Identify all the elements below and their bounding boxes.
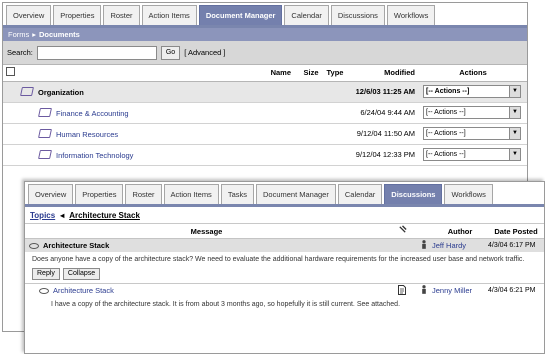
breadcrumb: Forms ▸ Documents [3, 28, 527, 41]
actions-dropdown-value: [-- Actions --] [426, 151, 466, 158]
table-row[interactable]: Human Resources 9/12/04 11:50 AM [-- Act… [3, 123, 527, 145]
actions-dropdown[interactable]: [-- Actions --] ▼ [423, 106, 521, 119]
collapse-button[interactable]: Collapse [62, 268, 101, 280]
documents-table: Name Size Type Modified Actions Organiza… [3, 65, 527, 166]
column-size[interactable]: Size [299, 65, 323, 82]
breadcrumb-separator: ◂ [60, 210, 65, 220]
breadcrumb: Topics ◂ Architecture Stack [25, 207, 544, 224]
discussions-window: Overview Properties Roster Action Items … [24, 181, 545, 354]
tab-workflows[interactable]: Workflows [386, 5, 436, 25]
actions-dropdown-value: [-- Actions --] [426, 130, 466, 137]
tab-bar: Overview Properties Roster Action Items … [3, 3, 527, 28]
folder-name[interactable]: Organization [38, 88, 84, 97]
breadcrumb-separator: ▸ [32, 30, 37, 39]
table-row[interactable]: Organization 12/6/03 11:25 AM [-- Action… [3, 81, 527, 103]
tab-bar: Overview Properties Roster Action Items … [25, 182, 544, 207]
chevron-down-icon: ▼ [509, 107, 520, 118]
tab-properties[interactable]: Properties [75, 184, 124, 204]
tab-overview[interactable]: Overview [6, 5, 52, 25]
column-name[interactable]: Name [17, 65, 299, 82]
select-all-checkbox[interactable] [3, 65, 17, 82]
topic-author[interactable]: Jeff Hardy [432, 241, 488, 250]
folder-icon [20, 86, 34, 96]
actions-dropdown[interactable]: [-- Actions --] ▼ [423, 85, 521, 98]
tab-calendar[interactable]: Calendar [337, 184, 383, 204]
breadcrumb-current: Documents [39, 30, 80, 39]
modified-date: 6/24/04 9:44 AM [347, 102, 419, 124]
folder-icon [38, 149, 52, 159]
person-icon [416, 240, 432, 251]
chevron-down-icon: ▼ [509, 128, 520, 139]
column-date-posted: Date Posted [494, 227, 538, 236]
advanced-search-link[interactable]: [ Advanced ] [184, 48, 225, 57]
modified-date: 12/6/03 11:25 AM [347, 81, 419, 103]
tab-document-manager[interactable]: Document Manager [198, 5, 283, 25]
actions-dropdown-value: [-- Actions --] [426, 88, 470, 95]
person-icon [416, 285, 432, 296]
breadcrumb-current: Architecture Stack [69, 210, 140, 220]
topic-icon [29, 243, 39, 249]
tab-roster[interactable]: Roster [103, 5, 140, 25]
tab-discussions[interactable]: Discussions [330, 5, 385, 25]
tab-tasks[interactable]: Tasks [220, 184, 254, 204]
reply-button[interactable]: Reply [32, 268, 60, 280]
search-input[interactable] [36, 45, 157, 60]
modified-date: 9/12/04 11:50 AM [347, 123, 419, 145]
folder-name[interactable]: Information Technology [56, 151, 133, 160]
reply-author[interactable]: Jenny Miller [432, 286, 488, 295]
column-modified[interactable]: Modified [347, 65, 419, 82]
tab-discussions[interactable]: Discussions [384, 184, 443, 204]
folder-name[interactable]: Finance & Accounting [56, 109, 129, 118]
table-row[interactable]: Information Technology 9/12/04 12:33 PM … [3, 144, 527, 166]
tab-action-items[interactable]: Action Items [163, 184, 219, 204]
chevron-down-icon: ▼ [509, 86, 520, 97]
column-message: Message [190, 227, 223, 236]
tab-overview[interactable]: Overview [28, 184, 74, 204]
topic-body: Does anyone have a copy of the architect… [32, 256, 525, 263]
reply-icon [39, 288, 49, 294]
column-type[interactable]: Type [323, 65, 347, 82]
reply-date: 4/3/04 6:21 PM [488, 287, 536, 294]
table-row[interactable]: Finance & Accounting 6/24/04 9:44 AM [--… [3, 102, 527, 124]
topic-buttons: Reply Collapse [25, 267, 544, 283]
tab-properties[interactable]: Properties [53, 5, 102, 25]
tab-calendar[interactable]: Calendar [284, 5, 329, 25]
modified-date: 9/12/04 12:33 PM [347, 144, 419, 166]
tab-action-items[interactable]: Action Items [141, 5, 197, 25]
tab-roster[interactable]: Roster [125, 184, 162, 204]
topic-title[interactable]: Architecture Stack [43, 241, 109, 250]
tab-document-manager[interactable]: Document Manager [255, 184, 336, 204]
topic-date: 4/3/04 6:17 PM [488, 242, 536, 249]
column-actions: Actions [419, 65, 527, 82]
attachment-icon[interactable] [388, 284, 416, 297]
attachment-column-icon [388, 224, 416, 238]
column-author: Author [447, 227, 473, 236]
actions-dropdown[interactable]: [-- Actions --] ▼ [423, 127, 521, 140]
reply-body: I have a copy of the architecture stack.… [51, 301, 401, 308]
message-table-header: Message Author Date Posted [25, 224, 544, 239]
folder-icon [38, 107, 52, 117]
chevron-down-icon: ▼ [509, 149, 520, 160]
actions-dropdown[interactable]: [-- Actions --] ▼ [423, 148, 521, 161]
reply-row[interactable]: Architecture Stack Jenny Miller 4/3/04 6… [25, 283, 544, 297]
topic-row[interactable]: Architecture Stack Jeff Hardy 4/3/04 6:1… [25, 239, 544, 252]
go-button[interactable]: Go [160, 45, 181, 60]
search-label: Search: [7, 48, 33, 57]
reply-title[interactable]: Architecture Stack [53, 286, 114, 295]
folder-icon [38, 128, 52, 138]
breadcrumb-topics-link[interactable]: Topics [30, 211, 55, 220]
tab-workflows[interactable]: Workflows [444, 184, 493, 204]
breadcrumb-forms-link[interactable]: Forms [8, 30, 29, 39]
folder-name[interactable]: Human Resources [56, 130, 118, 139]
actions-dropdown-value: [-- Actions --] [426, 109, 466, 116]
checkbox-icon [6, 67, 15, 77]
search-bar: Search: Go [ Advanced ] [3, 41, 527, 65]
